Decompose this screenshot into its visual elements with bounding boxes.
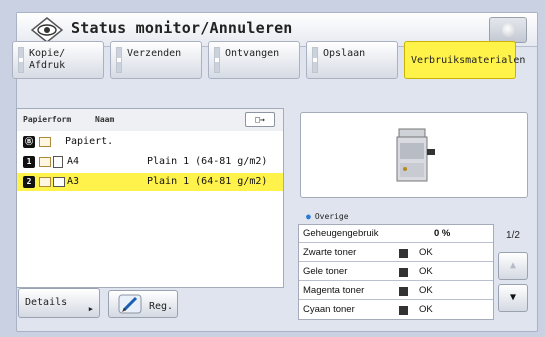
status-monitor-icon (31, 17, 63, 43)
tab-verbruiksmaterialen[interactable]: Verbruiksmaterialen (404, 41, 525, 79)
paper-sheet-icon (53, 156, 63, 168)
list-header: Papierform Naam □→ (17, 109, 283, 131)
overige-label: Overige (314, 212, 349, 221)
column-header-source: Papierform (23, 115, 72, 124)
paper-size: A3 (67, 176, 80, 187)
row-label: Zwarte toner (303, 247, 357, 258)
row-label: Gele toner (303, 266, 348, 277)
other-section-heading: ● Overige (306, 212, 349, 221)
row-label: Magenta toner (303, 285, 365, 296)
table-row: Geheugengebruik 0 % (299, 225, 493, 243)
tab-kopie-afdruk[interactable]: Kopie/ Afdruk (12, 41, 104, 79)
row-value: OK (419, 304, 433, 315)
tab-indicator-icon (312, 47, 318, 73)
paper-name: Plain 1 (64-81 g/m2) (147, 156, 268, 167)
list-item[interactable]: 1 A4 Plain 1 (64-81 g/m2) (17, 153, 283, 171)
toner-cartridge-icon (399, 287, 408, 296)
table-row: Magenta toner OK (299, 282, 493, 300)
tab-indicator-icon (214, 47, 220, 73)
details-label: Details (25, 297, 68, 308)
row-value: OK (419, 247, 433, 258)
list-item[interactable]: Ⓑ Papiert. (17, 133, 283, 151)
tab-ontvangen[interactable]: Ontvangen (208, 41, 300, 79)
row-label: Cyaan toner (303, 304, 355, 315)
drawer-number-badge: 1 (23, 156, 35, 168)
consumables-status-table: Geheugengebruik 0 % Zwarte toner OK Gele… (298, 224, 494, 320)
circle-icon (502, 23, 516, 37)
toner-cartridge-icon (399, 249, 408, 258)
table-row: Cyaan toner OK (299, 301, 493, 319)
reg-label: Reg. (149, 301, 174, 312)
tab-bar: Kopie/ Afdruk Verzenden Ontvangen Opslaa… (6, 41, 525, 81)
tab-label: Ontvangen (225, 48, 280, 59)
drawer-number-badge: 2 (23, 176, 35, 188)
tab-opslaan[interactable]: Opslaan (306, 41, 398, 79)
paper-tray-icon (39, 177, 51, 187)
row-value: OK (419, 285, 433, 296)
paper-source-list: Papierform Naam □→ Ⓑ Papiert. 1 A4 Plain… (16, 108, 284, 288)
table-row: Gele toner OK (299, 263, 493, 281)
row-value: 0 % (434, 228, 451, 239)
tab-indicator-icon (18, 47, 24, 73)
chevron-right-icon: ▶ (88, 305, 93, 313)
page-title: Status monitor/Annuleren (71, 19, 293, 37)
page-down-button[interactable]: ▼ (498, 284, 528, 312)
bullet-icon: ● (306, 212, 311, 221)
tab-label: Verbruiksmaterialen (411, 55, 526, 66)
paper-name: Plain 1 (64-81 g/m2) (147, 176, 268, 187)
tab-label: Verzenden (127, 48, 182, 59)
list-item-selected[interactable]: 2 A3 Plain 1 (64-81 g/m2) (17, 173, 283, 191)
paper-tray-icon (39, 137, 51, 147)
device-illustration (300, 112, 528, 198)
row-value: OK (419, 266, 433, 277)
toner-cartridge-icon (399, 268, 408, 277)
paper-name: Papiert. (65, 136, 114, 147)
pager: 1/2 ▲ ▼ (496, 224, 532, 320)
printer-icon (396, 128, 435, 182)
paper-sheet-landscape-icon (53, 177, 65, 187)
row-label: Geheugengebruik (303, 228, 379, 239)
page-up-button[interactable]: ▲ (498, 252, 528, 280)
bypass-tray-icon: Ⓑ (23, 136, 35, 148)
page-indicator: 1/2 (506, 230, 520, 241)
tab-indicator-icon (116, 47, 122, 73)
column-header-name: Naam (95, 115, 115, 124)
close-button[interactable] (489, 17, 527, 43)
paper-tray-icon (39, 157, 51, 167)
paper-size: A4 (67, 156, 80, 167)
details-button[interactable]: Details ▶ (18, 288, 100, 318)
toner-cartridge-icon (399, 306, 408, 315)
select-source-icon[interactable]: □→ (245, 112, 275, 127)
table-row: Zwarte toner OK (299, 244, 493, 262)
register-button[interactable]: Reg. (108, 290, 178, 318)
tab-verzenden[interactable]: Verzenden (110, 41, 202, 79)
pen-icon (118, 294, 142, 314)
tab-label: Kopie/ Afdruk (29, 48, 66, 71)
tab-label: Opslaan (323, 48, 366, 59)
